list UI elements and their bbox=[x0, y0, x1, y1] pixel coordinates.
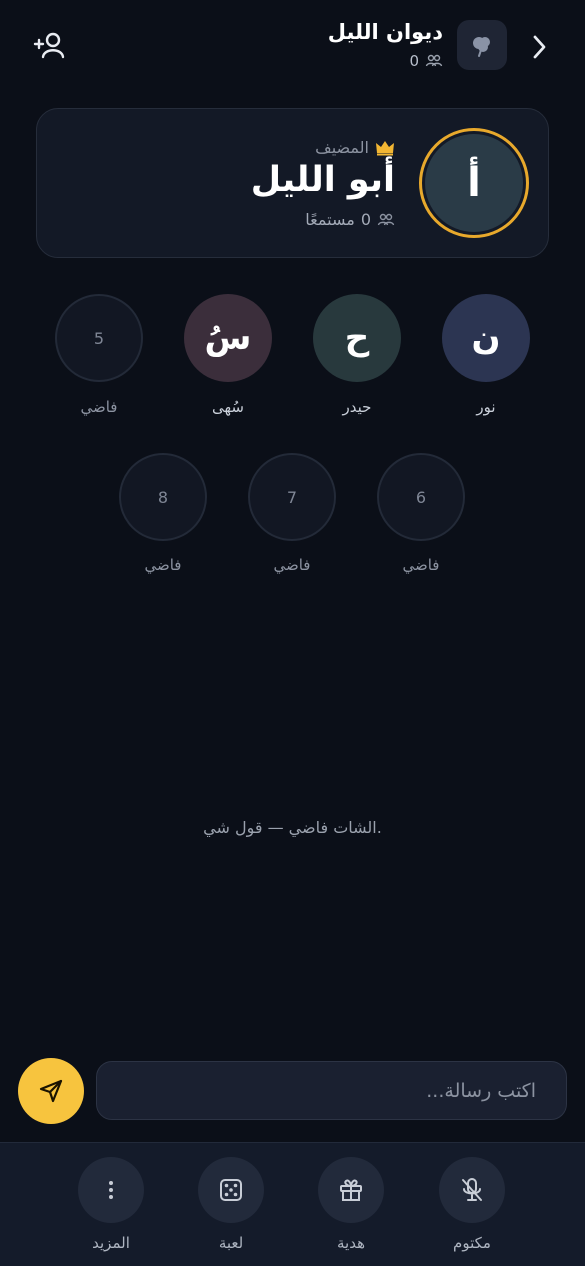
seat-5[interactable]: 5 bbox=[55, 294, 143, 382]
host-avatar-initial: أ bbox=[425, 134, 523, 232]
seat-initial: سُ bbox=[204, 318, 252, 358]
gift-icon bbox=[340, 1179, 362, 1201]
game-button[interactable] bbox=[198, 1157, 264, 1223]
add-user-icon bbox=[33, 32, 65, 59]
add-user-button[interactable] bbox=[32, 30, 68, 62]
people-icon bbox=[425, 54, 443, 67]
seat-label: فاضي bbox=[144, 556, 182, 574]
people-icon bbox=[377, 213, 395, 225]
seat-8[interactable]: 8 bbox=[119, 453, 207, 541]
seat-2[interactable]: ح bbox=[313, 294, 401, 382]
send-icon bbox=[39, 1079, 63, 1103]
seat-3[interactable]: سُ bbox=[184, 294, 272, 382]
chevron-right-icon bbox=[533, 35, 546, 59]
seat-initial: ح bbox=[344, 318, 370, 358]
host-listeners-label: مستمعًا bbox=[305, 210, 355, 229]
seat-initial: ن bbox=[471, 318, 501, 358]
gift-button[interactable] bbox=[318, 1157, 384, 1223]
listener-count-value: 0 bbox=[409, 52, 419, 70]
seat-label: نور bbox=[476, 398, 496, 416]
room-icon bbox=[457, 20, 507, 70]
seat-number: 8 bbox=[157, 487, 169, 507]
mute-label: مكتوم bbox=[453, 1234, 491, 1252]
seat-1[interactable]: ن bbox=[442, 294, 530, 382]
seat-label: فاضي bbox=[402, 556, 440, 574]
host-role-label: المضيف bbox=[315, 138, 369, 157]
crown-icon bbox=[376, 140, 394, 155]
more-button[interactable] bbox=[78, 1157, 144, 1223]
message-input[interactable] bbox=[96, 1061, 567, 1120]
more-vertical-icon bbox=[109, 1181, 113, 1199]
seat-number: 7 bbox=[286, 487, 298, 507]
host-listeners-count: 0 bbox=[360, 210, 371, 229]
room-listener-count: 0 bbox=[409, 52, 443, 70]
host-listeners: مستمعًا 0 bbox=[305, 210, 395, 229]
mute-button[interactable] bbox=[439, 1157, 505, 1223]
mic-off-icon bbox=[462, 1178, 482, 1201]
seat-label: فاضي bbox=[80, 398, 118, 416]
cloud-bubble-icon bbox=[473, 37, 490, 57]
seat-number: 6 bbox=[415, 487, 427, 507]
room-title: ديوان الليل bbox=[327, 20, 443, 44]
seat-label: فاضي bbox=[273, 556, 311, 574]
host-role: المضيف bbox=[315, 138, 395, 157]
seat-number: 5 bbox=[93, 328, 105, 348]
chat-empty-message: الشات فاضي — قول شي. bbox=[203, 818, 382, 837]
gift-label: هدية bbox=[336, 1234, 365, 1252]
game-label: لعبة bbox=[218, 1234, 244, 1252]
seat-7[interactable]: 7 bbox=[248, 453, 336, 541]
send-button[interactable] bbox=[18, 1058, 84, 1124]
host-name: أبو الليل bbox=[250, 160, 395, 200]
back-button[interactable] bbox=[522, 30, 556, 64]
more-label: المزيد bbox=[92, 1234, 130, 1252]
dice-icon bbox=[220, 1179, 242, 1201]
host-avatar[interactable]: أ bbox=[419, 128, 529, 238]
seat-label: حيدر bbox=[342, 398, 372, 416]
seat-6[interactable]: 6 bbox=[377, 453, 465, 541]
seat-label: سُهى bbox=[212, 398, 244, 416]
